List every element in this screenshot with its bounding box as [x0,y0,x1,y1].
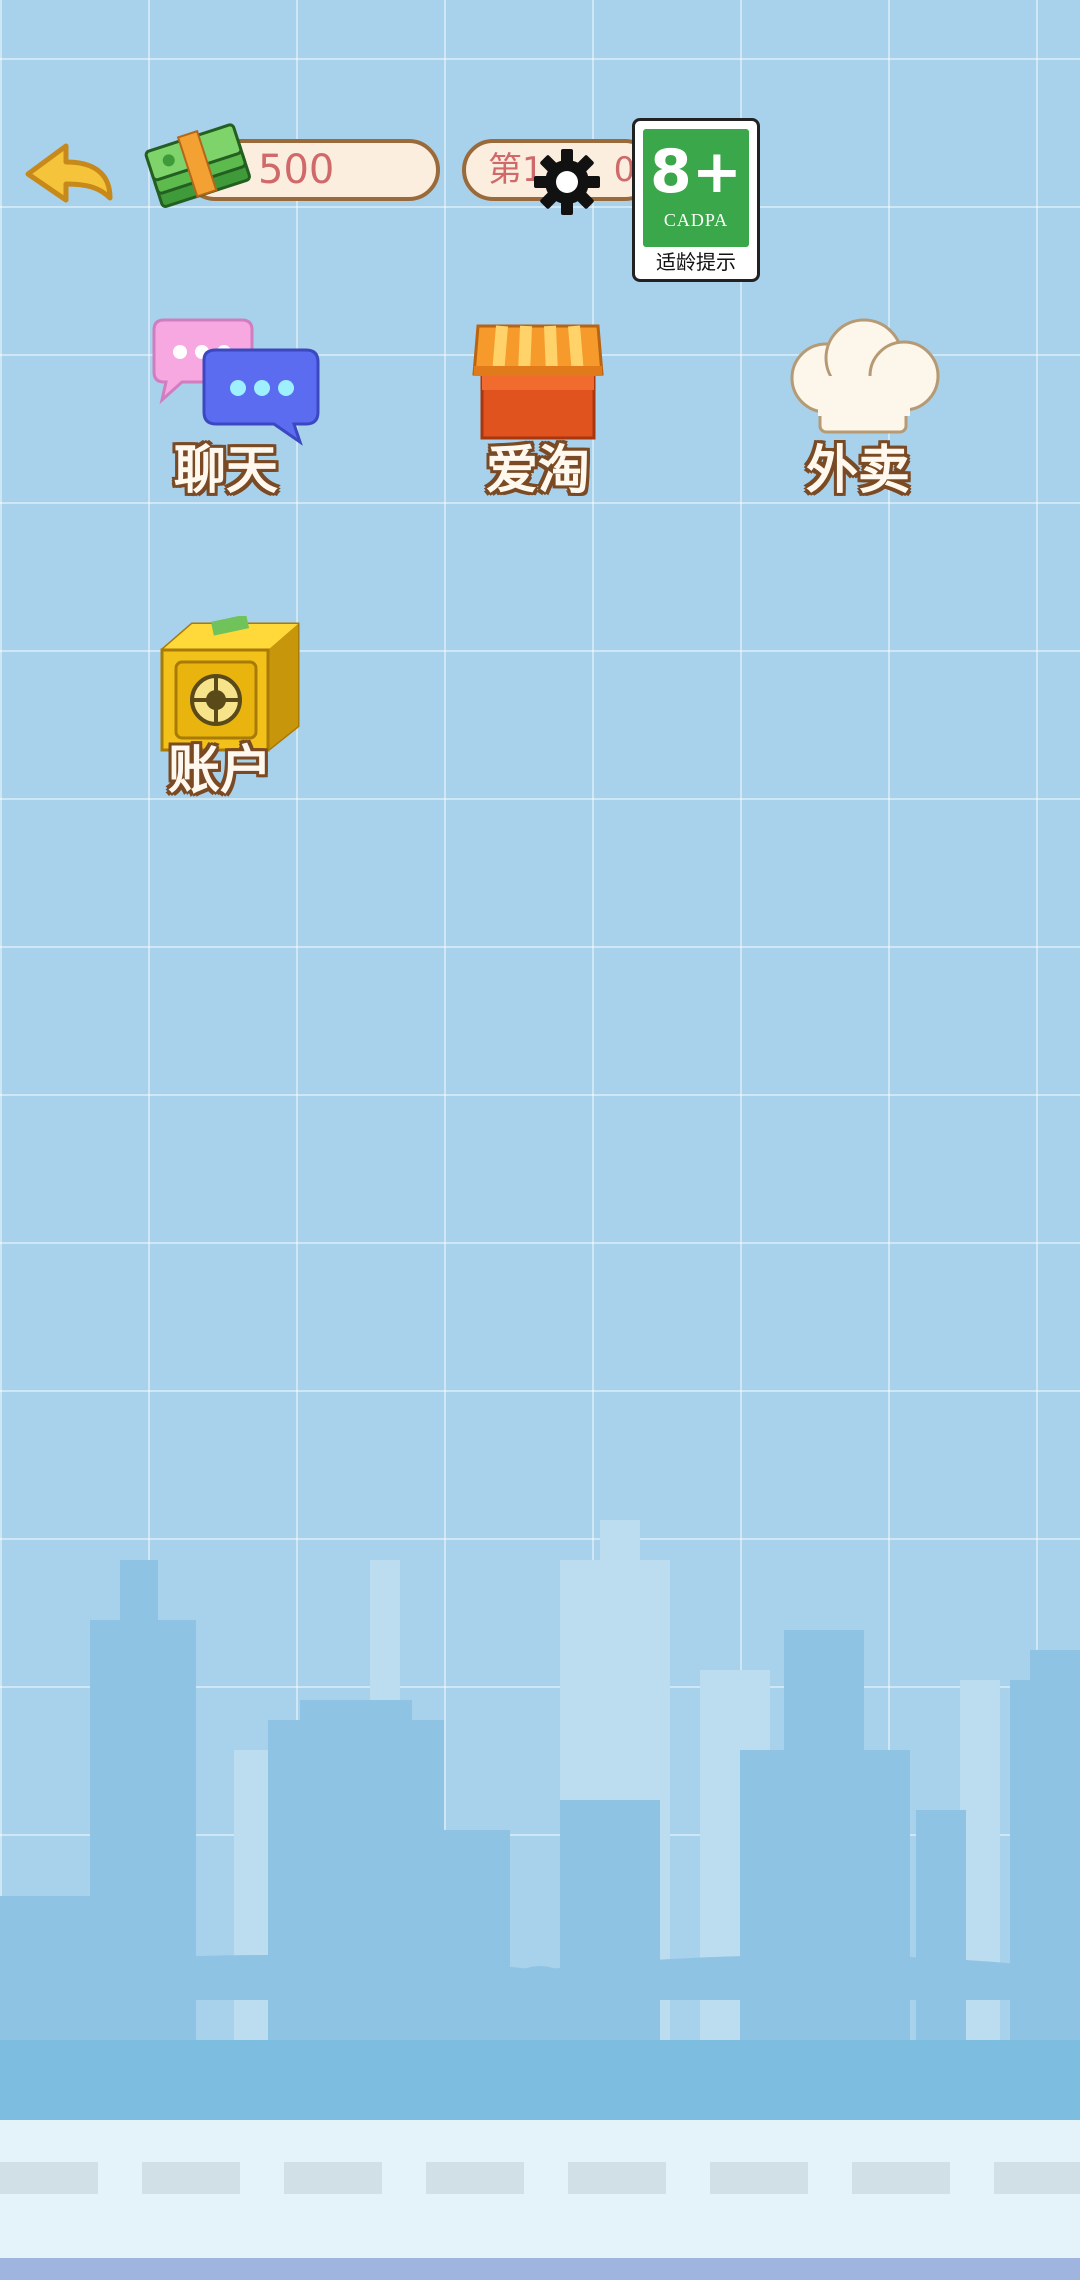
chef-hat-icon [790,318,940,434]
app-account[interactable]: 账户 [120,616,320,816]
age-rating-org: CADPA [663,210,729,230]
money-value: 500 [258,147,335,193]
cash-stack-icon [142,118,258,214]
settings-button[interactable] [530,145,604,219]
app-label-shop: 爱淘 [485,441,590,501]
age-rating-panel: 8+ CADPA [643,129,749,247]
city-skyline [0,1520,1080,2125]
back-button[interactable] [22,138,122,212]
age-rating: 8+ [649,137,743,207]
app-label-chat: 聊天 [173,441,278,501]
road-edge [0,2258,1080,2280]
road-lane-dashes [0,2162,1080,2194]
age-rating-caption: 适龄提示 [656,250,736,274]
back-arrow-icon [25,143,113,203]
age-rating-badge: 8+ CADPA 适龄提示 [632,118,760,282]
app-shop[interactable]: 爱淘 [438,316,638,516]
road [0,2120,1080,2280]
gear-icon [534,149,600,215]
app-label-delivery: 外卖 [805,441,910,501]
app-label-account: 账户 [167,741,272,801]
app-delivery[interactable]: 外卖 [758,316,958,516]
app-chat[interactable]: 聊天 [126,316,326,516]
shop-awning-icon [472,324,604,440]
